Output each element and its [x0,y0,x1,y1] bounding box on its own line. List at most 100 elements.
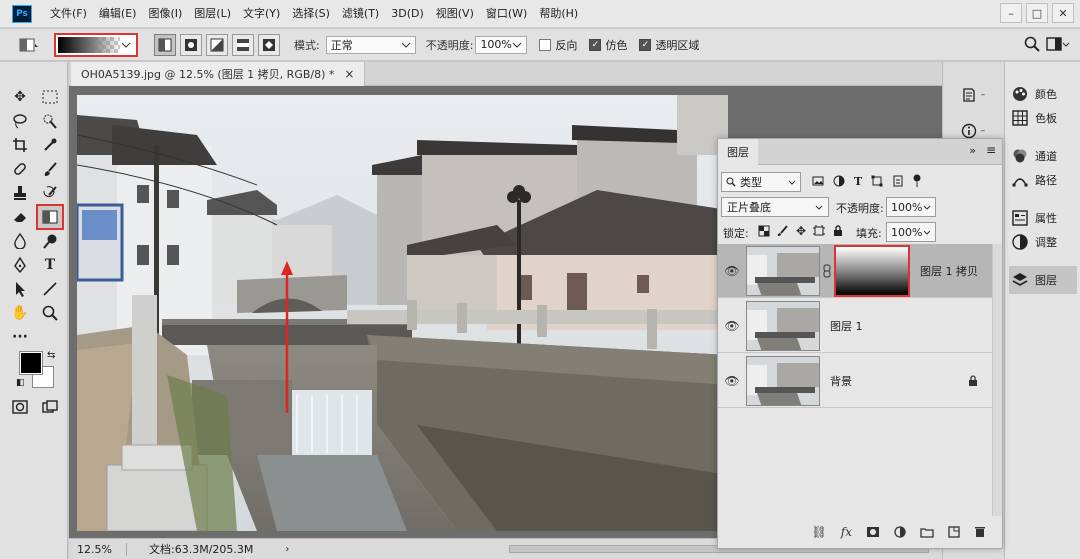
transparency-option[interactable]: ✓ 透明区域 [639,37,699,53]
mode-select[interactable]: 正常 [325,35,416,54]
pixel-filter-icon[interactable] [812,175,824,187]
line-tool-icon[interactable] [38,278,62,300]
reflected-gradient-button[interactable] [232,33,254,56]
history-panel-button[interactable]: – [951,82,995,108]
clone-stamp-tool-icon[interactable] [8,182,32,204]
lock-icon[interactable] [968,374,978,387]
layers-panel-button[interactable]: 图层 [1009,266,1077,294]
swatches-panel-button[interactable]: 色板 [1011,104,1075,132]
maximize-button[interactable]: □ [1026,3,1048,23]
swap-colors-icon[interactable]: ⇆ [47,350,55,361]
zoom-level[interactable]: 12.5% [77,542,127,556]
gradient-tool-icon[interactable] [36,204,64,230]
screen-mode-icon[interactable] [38,396,62,418]
history-brush-tool-icon[interactable] [38,182,62,204]
document-tab[interactable]: OH0A5139.jpg @ 12.5% (图层 1 拷贝, RGB/8) * … [71,62,366,86]
quick-mask-icon[interactable] [8,396,32,418]
menu-select[interactable]: 选择(S) [286,0,336,28]
filter-toggle-icon[interactable] [913,174,921,188]
dither-checkbox[interactable]: ✓ [589,38,602,51]
gradient-picker[interactable] [54,32,138,57]
link-layers-icon[interactable]: ⛓ [812,525,827,539]
fill-input[interactable]: 100% [886,222,936,242]
layer-filter-select[interactable]: 类型 [721,172,801,192]
close-button[interactable]: ✕ [1052,3,1074,23]
workspace-switcher[interactable] [1046,36,1070,52]
menu-image[interactable]: 图像(I) [142,0,188,28]
eye-icon[interactable]: 👁 [718,374,746,388]
lock-transparent-pixels-icon[interactable] [758,225,770,237]
layer-list-scrollbar[interactable] [992,244,1002,516]
paths-panel-button[interactable]: 路径 [1011,166,1075,194]
lock-position-icon[interactable]: ✥ [796,224,806,238]
document-canvas-image[interactable] [77,95,728,531]
panel-menu-icon[interactable]: ≡ [986,143,996,157]
layer-row-copy[interactable]: 👁 图层 1 拷贝 [718,244,992,298]
menu-type[interactable]: 文字(Y) [237,0,286,28]
reverse-option[interactable]: 反向 [539,37,577,53]
lock-all-icon[interactable] [832,225,844,237]
search-icon[interactable] [1024,36,1040,55]
menu-file[interactable]: 文件(F) [44,0,93,28]
delete-layer-icon[interactable] [974,526,986,538]
fx-icon[interactable]: fx [841,525,852,539]
zoom-tool-icon[interactable] [38,302,62,324]
lock-image-pixels-icon[interactable] [777,225,789,237]
new-layer-icon[interactable] [948,526,960,538]
menu-layer[interactable]: 图层(L) [188,0,237,28]
menu-view[interactable]: 视图(V) [430,0,480,28]
quick-selection-tool-icon[interactable] [38,110,62,132]
radial-gradient-button[interactable] [180,33,202,56]
eyedropper-tool-icon[interactable] [38,134,62,156]
minimize-button[interactable]: – [1000,3,1022,23]
lock-artboard-icon[interactable] [813,225,826,237]
layers-tab[interactable]: 图层 [718,139,758,165]
adjustment-filter-icon[interactable] [833,175,845,187]
move-tool-icon[interactable]: ✥ [8,86,32,108]
menu-3d[interactable]: 3D(D) [385,0,430,28]
brush-tool-icon[interactable] [38,158,62,180]
healing-brush-tool-icon[interactable] [8,158,32,180]
type-filter-icon[interactable]: T [854,175,862,188]
linear-gradient-button[interactable] [154,33,176,56]
dither-option[interactable]: ✓ 仿色 [589,37,627,53]
new-group-icon[interactable] [920,526,934,538]
type-tool-icon[interactable]: T [38,254,62,276]
collapse-panel-icon[interactable]: » [969,144,976,157]
more-tools-icon[interactable]: ··· [8,326,32,348]
menu-edit[interactable]: 编辑(E) [93,0,143,28]
marquee-tool-icon[interactable] [38,86,62,108]
close-tab-icon[interactable]: × [344,67,354,81]
hand-tool-icon[interactable]: ✋ [8,302,32,324]
adjustments-panel-button[interactable]: 调整 [1011,228,1075,256]
eraser-tool-icon[interactable] [8,206,32,228]
eye-icon[interactable]: 👁 [718,319,746,333]
angle-gradient-button[interactable] [206,33,228,56]
shape-filter-icon[interactable] [871,175,883,187]
menu-help[interactable]: 帮助(H) [533,0,584,28]
smart-object-filter-icon[interactable] [892,175,904,187]
opacity-input[interactable]: 100% [475,35,528,54]
lasso-tool-icon[interactable] [8,110,32,132]
chevron-right-icon[interactable]: › [285,544,289,555]
crop-tool-icon[interactable] [8,134,32,156]
menu-filter[interactable]: 滤镜(T) [336,0,385,28]
layer-row-background[interactable]: 👁 背景 [718,354,992,408]
dodge-tool-icon[interactable] [38,230,62,252]
diamond-gradient-button[interactable] [258,33,280,56]
pen-tool-icon[interactable] [8,254,32,276]
add-mask-icon[interactable] [866,526,880,538]
adjustment-layer-icon[interactable] [894,526,906,538]
default-colors-icon[interactable]: ◧ [16,378,25,388]
layer-opacity-input[interactable]: 100% [886,197,936,217]
chain-link-icon[interactable] [823,264,831,278]
reverse-checkbox[interactable] [539,38,552,51]
blend-mode-select[interactable]: 正片叠底 [721,197,829,217]
layer-mask-thumbnail[interactable] [834,244,910,297]
layer-row-layer1[interactable]: 👁 图层 1 [718,299,992,353]
blur-tool-icon[interactable] [8,230,32,252]
gradient-tool-preset-icon[interactable] [18,35,40,55]
transparency-checkbox[interactable]: ✓ [639,38,652,51]
eye-icon[interactable]: 👁 [718,264,746,278]
path-selection-tool-icon[interactable] [8,278,32,300]
